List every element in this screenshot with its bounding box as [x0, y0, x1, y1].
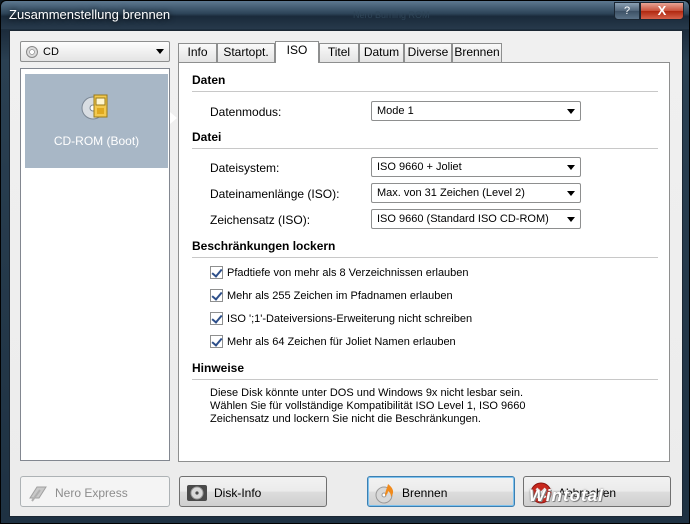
section-hinweise: Hinweise: [192, 361, 245, 375]
compilation-type-list: CD-ROM (Boot): [20, 68, 177, 461]
cd-icon: [26, 46, 38, 58]
checkbox-255-zeichen[interactable]: [210, 289, 223, 302]
checkbox-label: Mehr als 255 Zeichen im Pfadnamen erlaub…: [227, 290, 453, 302]
zeichensatz-label: Zeichensatz (ISO):: [210, 213, 311, 227]
section-datei: Datei: [192, 130, 222, 144]
disk-info-button[interactable]: Disk-Info: [179, 476, 327, 507]
chevron-down-icon: [567, 109, 575, 114]
divider: [192, 148, 658, 149]
tab-diverse[interactable]: Diverse: [404, 43, 452, 62]
button-label: Brennen: [402, 486, 448, 500]
section-beschraenkungen: Beschränkungen lockern: [192, 239, 336, 253]
nero-express-icon: [29, 486, 47, 502]
chevron-down-icon: [567, 217, 575, 222]
compilation-type-cdrom-boot[interactable]: CD-ROM (Boot): [25, 74, 177, 168]
section-daten: Daten: [192, 73, 226, 87]
divider: [192, 91, 658, 92]
dateisystem-value: ISO 9660 + Joliet: [377, 161, 462, 173]
tab-titel[interactable]: Titel: [319, 43, 359, 62]
tile-label: CD-ROM (Boot): [53, 134, 140, 148]
datenmodus-label: Datenmodus:: [210, 105, 282, 119]
checkbox-label: Mehr als 64 Zeichen für Joliet Namen erl…: [227, 336, 456, 348]
tab-info[interactable]: Info: [178, 43, 217, 62]
checkbox-label: Pfadtiefe von mehr als 8 Verzeichnissen …: [227, 267, 469, 279]
title-bar[interactable]: Zusammenstellung brennen Nero Burning RO…: [1, 1, 689, 29]
button-label: Disk-Info: [214, 486, 262, 500]
tab-startopt[interactable]: Startopt.: [217, 43, 275, 62]
tab-iso[interactable]: ISO: [275, 41, 319, 63]
nero-express-button[interactable]: Nero Express: [20, 476, 170, 507]
divider: [192, 379, 658, 380]
dateisystem-label: Dateisystem:: [210, 161, 280, 175]
datenmodus-value: Mode 1: [377, 105, 414, 117]
divider: [192, 257, 658, 258]
datenmodus-select[interactable]: Mode 1: [371, 101, 581, 121]
chevron-down-icon: [567, 165, 575, 170]
window-title: Zusammenstellung brennen: [9, 7, 171, 22]
hint-line: Zeichensatz und lockern Sie nicht die Be…: [210, 413, 481, 425]
watermark-logo: Wintotal: [529, 486, 604, 505]
media-type-select[interactable]: CD: [20, 41, 170, 62]
background-window-title: Nero Burning ROM: [353, 10, 430, 20]
tab-brennen[interactable]: Brennen: [452, 43, 502, 62]
dateinamenlaenge-select[interactable]: Max. von 31 Zeichen (Level 2): [371, 183, 581, 203]
brennen-button[interactable]: Brennen: [367, 476, 515, 507]
dialog-client-area: CD CD-ROM (Boot) Info Startopt. ISO Tite…: [9, 30, 683, 517]
dateisystem-select[interactable]: ISO 9660 + Joliet: [371, 157, 581, 177]
button-label: Nero Express: [55, 486, 128, 500]
chevron-right-icon: [170, 112, 177, 124]
close-button[interactable]: X: [640, 2, 684, 20]
zeichensatz-select[interactable]: ISO 9660 (Standard ISO CD-ROM): [371, 209, 581, 229]
burn-icon: [375, 484, 394, 504]
chevron-down-icon: [156, 49, 164, 54]
zeichensatz-value: ISO 9660 (Standard ISO CD-ROM): [377, 213, 549, 225]
disk-info-icon: [187, 485, 207, 501]
burn-compilation-window: Zusammenstellung brennen Nero Burning RO…: [0, 0, 690, 524]
hint-line: Wählen Sie für vollständige Kompatibilit…: [210, 400, 526, 412]
chevron-down-icon: [567, 191, 575, 196]
tab-datum[interactable]: Datum: [359, 43, 404, 62]
checkbox-label: ISO ';1'-Dateiversions-Erweiterung nicht…: [227, 313, 473, 325]
dateinamenlaenge-label: Dateinamenlänge (ISO):: [210, 187, 340, 201]
boot-disc-icon: [81, 94, 108, 120]
checkbox-dateiversion[interactable]: [210, 312, 223, 325]
checkbox-joliet-64[interactable]: [210, 335, 223, 348]
media-type-value: CD: [43, 46, 59, 58]
hint-line: Diese Disk könnte unter DOS und Windows …: [210, 387, 524, 399]
checkbox-pfadtiefe[interactable]: [210, 266, 223, 279]
help-button[interactable]: ?: [614, 2, 640, 20]
iso-tab-page: Daten Datenmodus: Mode 1 Datei Dateisyst…: [178, 62, 670, 462]
dateinamenlaenge-value: Max. von 31 Zeichen (Level 2): [377, 187, 525, 199]
